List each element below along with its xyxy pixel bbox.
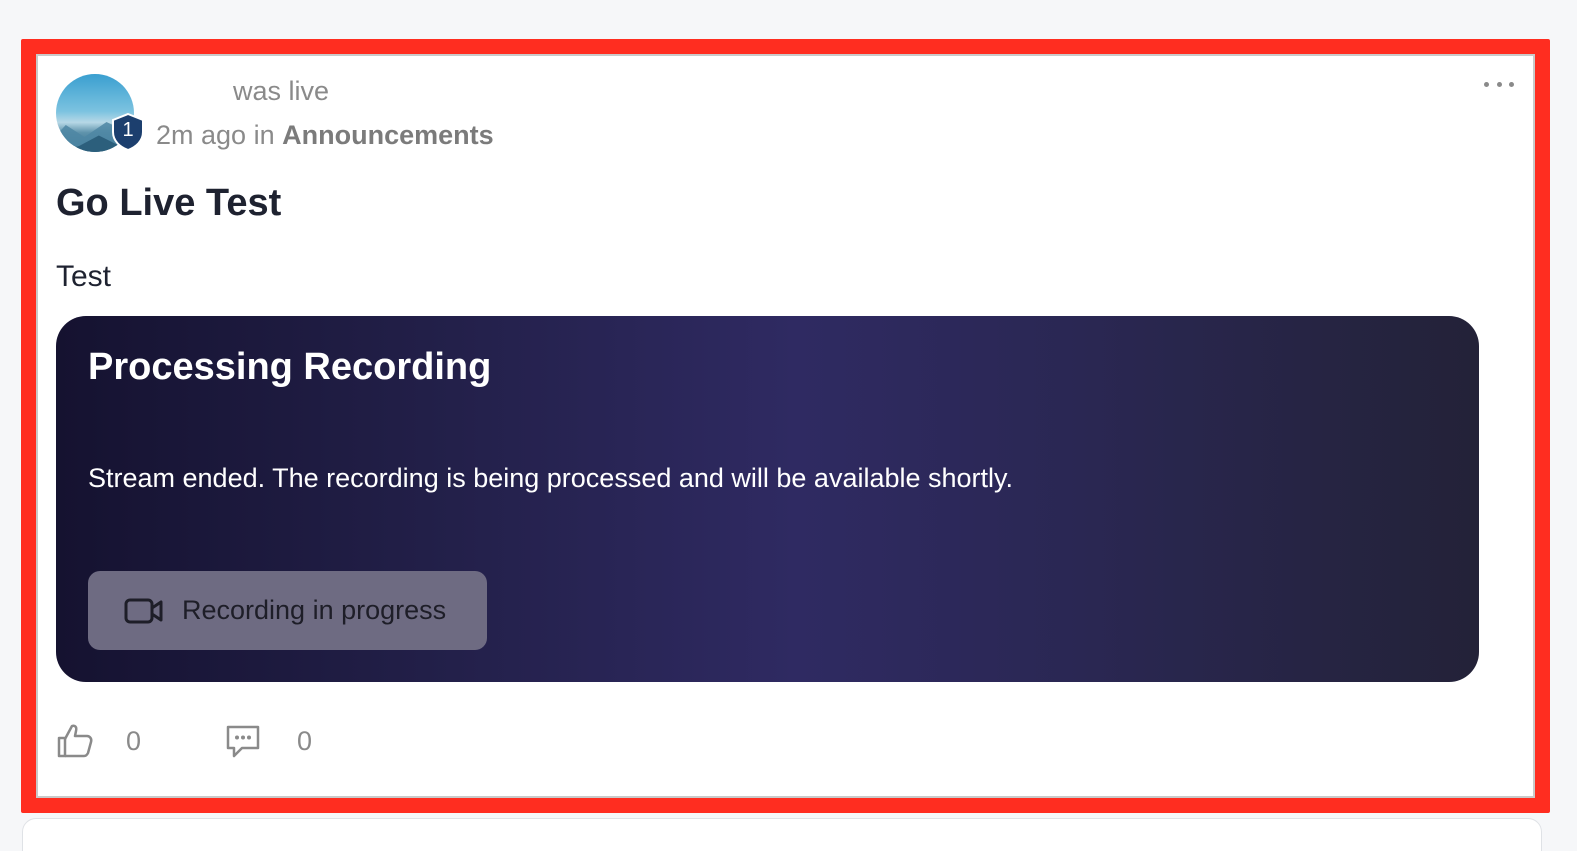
post-body: Test xyxy=(56,260,112,293)
page: 1 was live 2m ago in Announcements Go Li… xyxy=(0,0,1577,851)
recording-status-button[interactable]: Recording in progress xyxy=(88,571,487,650)
more-horizontal-icon xyxy=(1509,81,1514,87)
more-options-button[interactable] xyxy=(1484,72,1514,96)
post-meta: 2m ago in Announcements xyxy=(156,120,494,151)
in-label: in xyxy=(253,120,275,150)
thumbs-up-icon xyxy=(57,724,93,758)
community-link[interactable]: Announcements xyxy=(282,120,494,150)
recording-title: Processing Recording xyxy=(88,346,492,388)
recording-message: Stream ended. The recording is being pro… xyxy=(88,463,1014,493)
author-action: was live xyxy=(233,76,330,106)
video-camera-icon xyxy=(124,598,163,623)
comment-button[interactable] xyxy=(224,722,262,765)
post-title: Go Live Test xyxy=(56,182,282,224)
like-button[interactable] xyxy=(56,722,94,760)
post-card: 1 was live 2m ago in Announcements Go Li… xyxy=(36,54,1535,798)
author-line: was live xyxy=(233,76,329,107)
level-badge-number: 1 xyxy=(122,119,134,141)
comment-count: 0 xyxy=(297,726,313,756)
post-time: 2m ago xyxy=(156,120,247,150)
more-horizontal-icon xyxy=(1484,81,1489,87)
recording-button-label: Recording in progress xyxy=(182,595,447,625)
level-badge: 1 xyxy=(111,113,145,151)
recording-panel: Processing Recording Stream ended. The r… xyxy=(56,316,1479,682)
next-post-card xyxy=(22,818,1542,851)
like-count: 0 xyxy=(126,726,142,756)
comment-icon xyxy=(226,725,260,758)
more-horizontal-icon xyxy=(1496,81,1502,87)
